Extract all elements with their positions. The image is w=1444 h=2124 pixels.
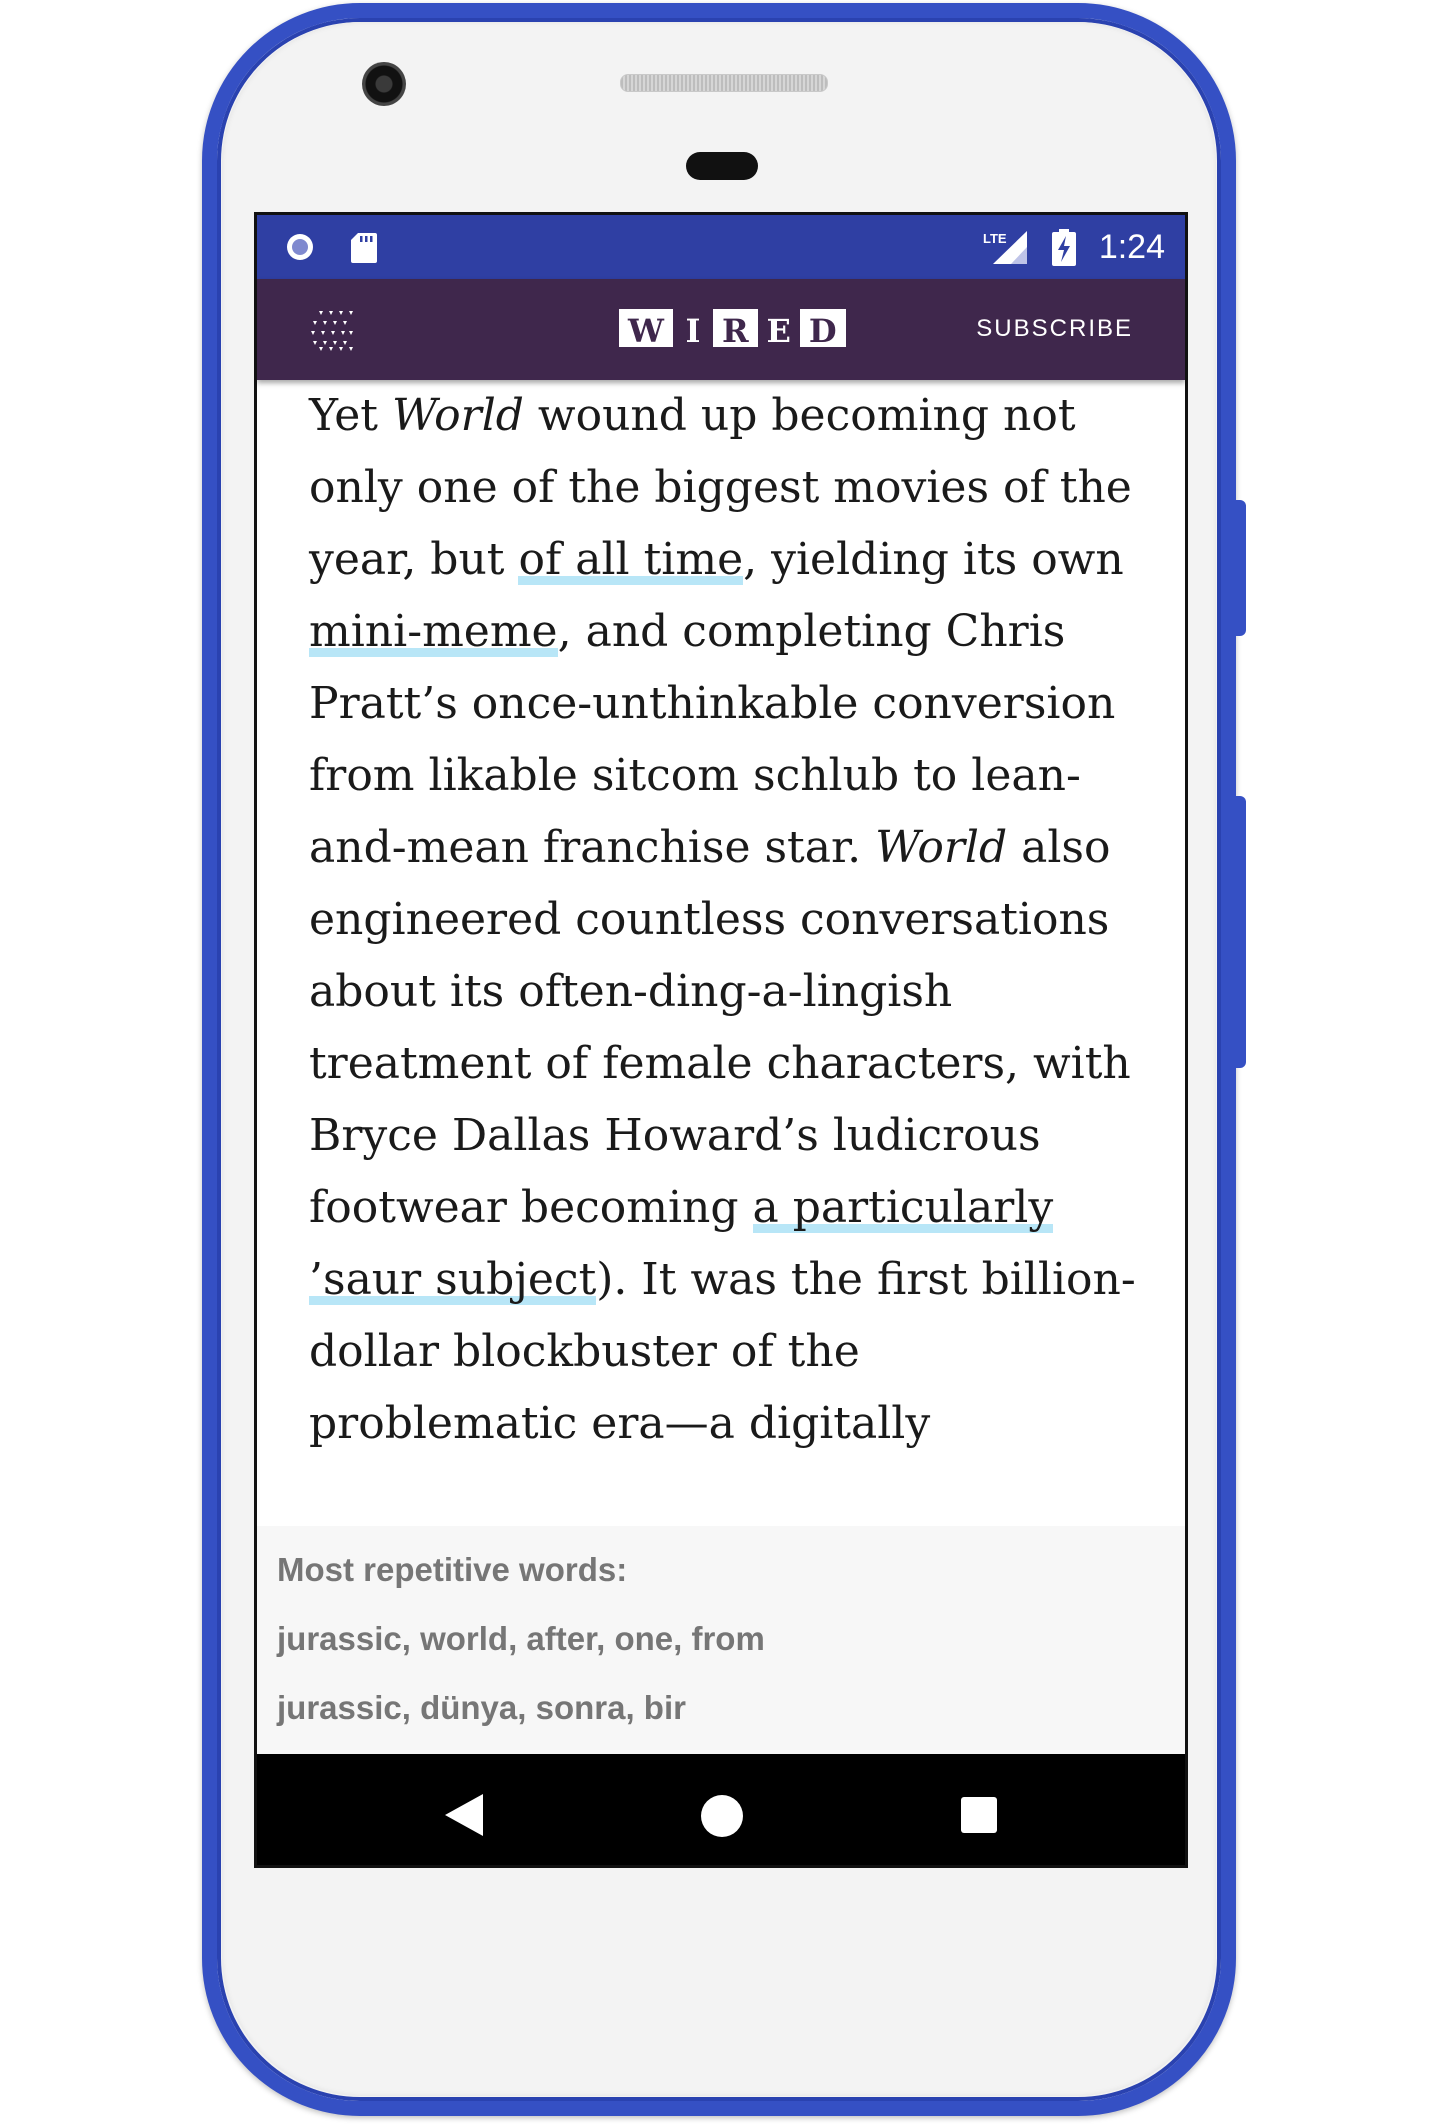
screen: LTE 1:24 W I R E D SUBSCRIBE Yet World w…: [254, 212, 1188, 1868]
volume-button: [1234, 796, 1246, 1068]
article-body[interactable]: Yet World wound up becoming not only one…: [257, 380, 1185, 1526]
english-words-list: jurassic, world, after, one, from: [277, 1620, 765, 1657]
subscribe-button[interactable]: SUBSCRIBE: [976, 315, 1133, 343]
navigation-bar: [257, 1754, 1185, 1865]
article-text-segment: , yielding its own: [743, 534, 1124, 585]
status-time: 1:24: [1098, 228, 1165, 266]
logo-letter-r: R: [712, 309, 758, 350]
article-paragraph: Yet World wound up becoming not only one…: [309, 380, 1139, 1460]
lte-signal-icon: LTE: [983, 231, 1027, 264]
logo-letter-e: E: [766, 312, 791, 350]
front-camera: [362, 62, 406, 106]
translated-words-list: jurassic, dünya, sonra, bir: [277, 1689, 686, 1726]
recent-apps-icon[interactable]: [960, 1796, 998, 1834]
article-text-segment: Yet: [309, 390, 392, 441]
wired-logo[interactable]: W I R E D: [619, 309, 846, 351]
repetitive-words-title: Most repetitive words:: [277, 1551, 628, 1588]
app-bar: W I R E D SUBSCRIBE: [257, 279, 1185, 380]
circle-notification-icon: [287, 234, 313, 260]
grid-menu-icon[interactable]: [311, 309, 353, 351]
home-icon[interactable]: [700, 1794, 744, 1838]
article-italic-title: World: [391, 390, 524, 441]
article-link-of-all-time[interactable]: of all time: [518, 534, 743, 585]
article-link-mini-meme[interactable]: mini-meme: [309, 606, 558, 657]
repetitive-words-panel: Most repetitive words: jurassic, world, …: [257, 1526, 1185, 1754]
battery-charging-icon: [1052, 229, 1076, 266]
article-italic-title: World: [875, 822, 1008, 873]
logo-letter-w: W: [619, 309, 673, 350]
power-button: [1234, 500, 1246, 636]
back-icon[interactable]: [443, 1792, 485, 1838]
logo-letter-d: D: [799, 309, 846, 350]
sd-card-icon: [351, 233, 377, 263]
status-bar: LTE 1:24: [257, 215, 1185, 279]
article-text-segment: also engineered countless conversations …: [309, 822, 1131, 1233]
lte-label: LTE: [983, 231, 1007, 246]
proximity-sensor: [686, 152, 758, 180]
earpiece-speaker: [620, 74, 828, 92]
logo-letter-i: I: [685, 312, 701, 350]
